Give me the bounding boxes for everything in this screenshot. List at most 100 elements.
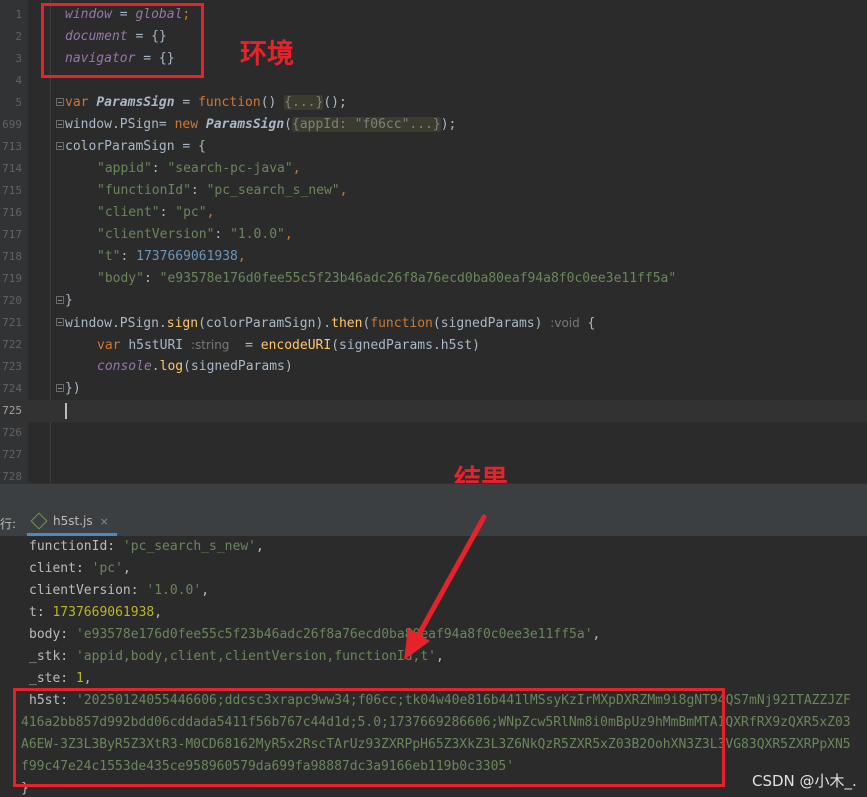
console-token: ,: [201, 583, 210, 598]
code-line[interactable]: 723 console.log(signedParams): [0, 356, 867, 378]
code-token[interactable]: {...}: [284, 95, 324, 110]
line-number: 715: [2, 184, 22, 197]
fold-toggle-icon[interactable]: [56, 318, 64, 326]
line-number: 1: [15, 8, 22, 21]
fold-toggle-icon[interactable]: [56, 142, 64, 150]
nodejs-icon: [30, 512, 48, 530]
fold-toggle-icon[interactable]: [56, 296, 64, 304]
code-token: .: [151, 359, 160, 374]
code-line[interactable]: 715 "functionId": "pc_search_s_new",: [0, 180, 867, 202]
code-token: "e93578e176d0fee55c5f23b46adc26f8a76ecd0…: [159, 271, 677, 286]
code-line[interactable]: 720}: [0, 290, 867, 312]
code-line[interactable]: 718 "t": 1737669061938,: [0, 246, 867, 268]
console-line: _ste: 1,: [29, 668, 92, 690]
line-number: 718: [2, 250, 22, 263]
console-token: '1.0.0': [146, 583, 202, 598]
code-line[interactable]: 716 "client": "pc",: [0, 202, 867, 224]
code-token: ,: [284, 227, 293, 242]
code-line[interactable]: 5 var ParamsSign = function() {...}();: [0, 92, 867, 114]
line-number: 714: [2, 162, 22, 175]
code-text: }: [65, 290, 73, 312]
fold-toggle-icon[interactable]: [56, 384, 64, 392]
line-number: 2: [15, 30, 22, 43]
code-token: log: [159, 359, 184, 374]
line-number: 723: [2, 360, 22, 373]
code-token: new: [174, 117, 206, 132]
code-token: :void: [550, 316, 580, 330]
line-number: 724: [2, 382, 22, 395]
code-token: function: [198, 95, 261, 110]
code-token: h5stURI: [128, 338, 191, 353]
code-token: (signedParams): [183, 359, 293, 374]
code-text: var ParamsSign = function() {...}();: [65, 92, 347, 114]
code-text: window.PSign.sign(colorParamSign).then(f…: [65, 312, 595, 335]
console-token: ,: [83, 671, 92, 686]
code-line[interactable]: 722 var h5stURI :string = encodeURI(signe…: [0, 334, 867, 356]
code-line[interactable]: 714 "appid": "search-pc-java",: [0, 158, 867, 180]
code-token: (colorParamSign).: [198, 316, 332, 331]
code-line[interactable]: 725: [0, 400, 867, 422]
code-line[interactable]: 726: [0, 422, 867, 444]
tab-h5st-js[interactable]: h5st.js ×: [27, 509, 117, 536]
console-token: ,: [592, 627, 601, 642]
code-token: ();: [323, 95, 347, 110]
code-text: "appid": "search-pc-java",: [97, 158, 301, 180]
close-icon[interactable]: ×: [100, 515, 109, 528]
code-token: colorParamSign = {: [65, 139, 206, 154]
line-number: 717: [2, 228, 22, 241]
code-token: :: [190, 183, 207, 198]
console-token: _ste:: [29, 671, 76, 686]
code-token: :string: [190, 338, 230, 352]
environment-annotation: 环境: [240, 39, 294, 70]
fold-toggle-icon[interactable]: [56, 98, 64, 106]
code-token: "appid": [97, 161, 152, 176]
code-line[interactable]: 713 colorParamSign = {: [0, 136, 867, 158]
code-token: then: [331, 316, 363, 331]
line-number: 716: [2, 206, 22, 219]
tab-label: h5st.js: [53, 514, 93, 528]
code-token: "pc": [175, 205, 207, 220]
code-line[interactable]: 724}): [0, 378, 867, 400]
code-token: console: [97, 359, 152, 374]
run-panel-tabbar: 行: h5st.js ×: [0, 509, 867, 537]
code-line[interactable]: 727: [0, 444, 867, 466]
code-token: "clientVersion": [97, 227, 215, 242]
code-token: =: [229, 338, 261, 353]
code-token: :: [143, 271, 160, 286]
code-text: "t": 1737669061938,: [97, 246, 246, 268]
console-token: client:: [29, 561, 92, 576]
code-line[interactable]: 721 window.PSign.sign(colorParamSign).the…: [0, 312, 867, 334]
code-text: "clientVersion": "1.0.0",: [97, 224, 293, 246]
code-line[interactable]: 699 window.PSign= new ParamsSign({appId: …: [0, 114, 867, 136]
line-number: 3: [15, 52, 22, 65]
console-token: _stk:: [29, 649, 76, 664]
code-token: ParamsSign: [96, 95, 175, 110]
line-number: 728: [2, 470, 22, 483]
line-number: 725: [2, 404, 22, 417]
code-editor[interactable]: 1 window = global; 2 document = {} 3 navigato…: [0, 0, 867, 483]
code-text: window.PSign= new ParamsSign({appId: "f0…: [65, 114, 456, 136]
line-number: 719: [2, 272, 22, 285]
console-token: clientVersion:: [29, 583, 147, 598]
console-token: ,: [436, 649, 444, 664]
code-token: (): [260, 95, 285, 110]
code-line[interactable]: 728: [0, 466, 867, 483]
console-line: client: 'pc',: [29, 558, 131, 580]
code-token[interactable]: {appId: "f06cc"...}: [292, 117, 441, 132]
code-text: console.log(signedParams): [97, 356, 293, 378]
console-token: t:: [29, 605, 53, 620]
console-line: functionId: 'pc_search_s_new',: [29, 536, 264, 558]
result-highlight-box: [13, 688, 725, 787]
console-line: clientVersion: '1.0.0',: [29, 580, 209, 602]
fold-toggle-icon[interactable]: [56, 120, 64, 128]
panel-divider[interactable]: [0, 483, 867, 510]
code-token: "t": [97, 249, 121, 264]
console-token: 1737669061938: [52, 605, 155, 620]
code-token: "1.0.0": [230, 227, 285, 242]
code-line[interactable]: 719 "body": "e93578e176d0fee55c5f23b46adc…: [0, 268, 867, 290]
code-token: function: [370, 316, 433, 331]
code-token: ,: [206, 205, 215, 220]
code-text: colorParamSign = {: [65, 136, 206, 158]
code-token: );: [440, 117, 457, 132]
code-line[interactable]: 717 "clientVersion": "1.0.0",: [0, 224, 867, 246]
